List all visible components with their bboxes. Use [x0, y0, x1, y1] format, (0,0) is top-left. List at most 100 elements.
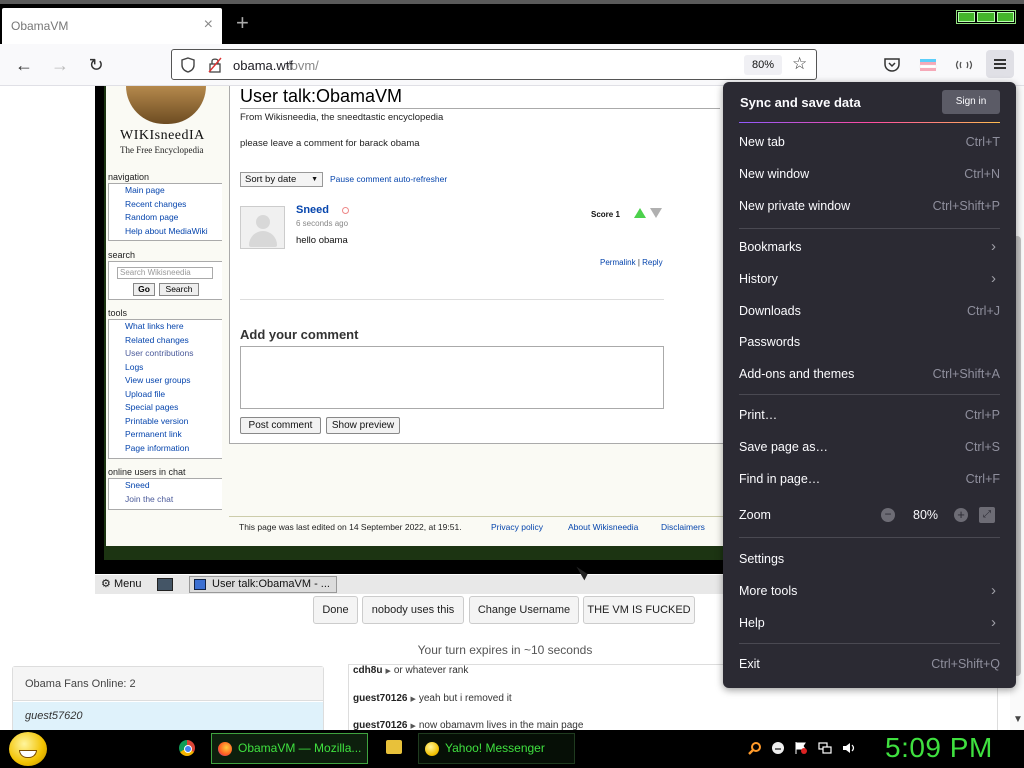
security-flag-icon[interactable] — [794, 741, 808, 755]
zoom-in-button[interactable]: + — [954, 508, 968, 522]
permalink-link[interactable]: Permalink — [600, 258, 636, 267]
wiki-search-input[interactable]: Search Wikisneedia — [117, 267, 213, 279]
tab-obamavm[interactable]: ObamaVM × — [2, 8, 222, 46]
bookmark-star-icon[interactable]: ☆ — [792, 54, 807, 74]
zoom-reset-button[interactable]: 80% — [744, 55, 782, 75]
online-user-link[interactable]: Sneed — [125, 479, 222, 493]
tools-link[interactable]: Special pages — [125, 401, 222, 415]
tools-link[interactable]: Upload file — [125, 388, 222, 402]
window-controls[interactable] — [956, 10, 1016, 24]
taskbar-firefox[interactable]: ObamaVM — Mozilla... — [211, 733, 368, 764]
chat-username[interactable]: guest70126 — [353, 720, 407, 730]
menu-item-find[interactable]: Find in page… Ctrl+F — [723, 463, 1016, 495]
tools-link[interactable]: View user groups — [125, 374, 222, 388]
start-smiley-icon[interactable] — [9, 732, 47, 766]
search-icon[interactable] — [748, 741, 762, 755]
network-icon[interactable] — [818, 741, 832, 755]
nav-link[interactable]: Random page — [125, 211, 222, 225]
menu-item-bookmarks[interactable]: Bookmarks › — [723, 231, 1016, 263]
vote-down-icon[interactable] — [650, 208, 662, 218]
menu-item-save-page[interactable]: Save page as… Ctrl+S — [723, 431, 1016, 463]
nav-link[interactable]: Help about MediaWiki — [125, 225, 222, 239]
tools-link[interactable]: User contributions — [125, 347, 222, 361]
zoom-reset-value[interactable]: 80% — [913, 508, 938, 522]
menu-item-new-tab[interactable]: New tab Ctrl+T — [723, 126, 1016, 158]
wiki-logo-image[interactable] — [126, 86, 206, 124]
comment-textarea[interactable] — [240, 346, 664, 409]
menu-item-new-private-window[interactable]: New private window Ctrl+Shift+P — [723, 190, 1016, 222]
sort-select[interactable]: Sort by date ▼ — [240, 172, 323, 187]
volume-icon[interactable] — [842, 741, 856, 755]
wiki-go-button[interactable]: Go — [133, 283, 155, 296]
menu-item-addons[interactable]: Add-ons and themes Ctrl+Shift+A — [723, 358, 1016, 390]
forward-arrow-icon[interactable]: → — [50, 55, 70, 75]
menu-item-passwords[interactable]: Passwords — [723, 326, 1016, 358]
taskbar-clock[interactable]: 5:09 PM — [885, 732, 993, 764]
done-button[interactable]: Done — [313, 596, 358, 624]
shield-icon[interactable] — [181, 57, 195, 73]
menu-item-label: Print… — [739, 408, 778, 422]
monitor-icon[interactable] — [157, 578, 173, 591]
messenger-tray-icon[interactable] — [771, 741, 785, 755]
nav-link[interactable]: Main page — [125, 184, 222, 198]
nav-link[interactable]: Recent changes — [125, 198, 222, 212]
vote-up-icon[interactable] — [634, 208, 646, 218]
lock-warning-icon[interactable] — [208, 57, 222, 73]
vote-button[interactable]: nobody uses this — [362, 596, 464, 624]
tools-link[interactable]: Permanent link — [125, 428, 222, 442]
reply-link[interactable]: Reply — [642, 258, 662, 267]
tools-link[interactable]: Page information — [125, 442, 222, 456]
menu-item-more-tools[interactable]: More tools › — [723, 575, 1016, 607]
new-tab-icon[interactable]: + — [236, 12, 249, 34]
tools-link[interactable]: What links here — [125, 320, 222, 334]
privacy-policy-link[interactable]: Privacy policy — [491, 522, 543, 532]
extension-flag-icon[interactable] — [918, 55, 938, 75]
fullscreen-icon[interactable]: ⤢ — [979, 507, 995, 523]
change-username-button[interactable]: Change Username — [469, 596, 579, 624]
extension-waves-icon[interactable] — [954, 55, 974, 75]
pause-refresher-link[interactable]: Pause comment auto-refresher — [330, 174, 447, 184]
tools-link[interactable]: Related changes — [125, 334, 222, 348]
app-menu-button[interactable] — [986, 50, 1014, 78]
tab-close-icon[interactable]: × — [204, 16, 213, 34]
menu-item-settings[interactable]: Settings — [723, 543, 1016, 575]
menu-item-print[interactable]: Print… Ctrl+P — [723, 399, 1016, 431]
scroll-down-icon[interactable]: ▼ — [1013, 714, 1023, 725]
menu-item-shortcut: Ctrl+Shift+A — [932, 367, 1000, 381]
vm-desktop[interactable]: WIKIsneedIA The Free Encyclopedia naviga… — [104, 86, 734, 560]
chrome-icon[interactable] — [179, 740, 195, 756]
tools-link[interactable]: Logs — [125, 361, 222, 375]
menu-item-exit[interactable]: Exit Ctrl+Shift+Q — [723, 648, 1016, 680]
pocket-icon[interactable] — [882, 55, 902, 75]
vm-start-menu[interactable]: ⚙ Menu — [101, 577, 141, 590]
join-chat-link[interactable]: Join the chat — [125, 493, 222, 507]
post-comment-button[interactable]: Post comment — [240, 417, 321, 434]
chat-username[interactable]: cdh8u — [353, 665, 382, 676]
about-link[interactable]: About Wikisneedia — [568, 522, 638, 532]
chat-username[interactable]: guest70126 — [353, 693, 407, 704]
taskbar-yahoo[interactable]: Yahoo! Messenger — [418, 733, 575, 764]
chevron-right-icon: › — [991, 238, 996, 255]
tools-link[interactable]: Printable version — [125, 415, 222, 429]
wiki-search-button[interactable]: Search — [159, 283, 199, 296]
vm-display[interactable]: WIKIsneedIA The Free Encyclopedia naviga… — [95, 86, 734, 594]
taskbar-yahoo-label: Yahoo! Messenger — [445, 741, 545, 755]
disclaimers-link[interactable]: Disclaimers — [661, 522, 705, 532]
reload-icon[interactable]: ↻ — [86, 55, 106, 75]
menu-item-label: New tab — [739, 135, 785, 149]
show-preview-button[interactable]: Show preview — [326, 417, 400, 434]
vm-reset-button[interactable]: THE VM IS FUCKED — [583, 596, 695, 624]
menu-item-history[interactable]: History › — [723, 263, 1016, 295]
menu-item-new-window[interactable]: New window Ctrl+N — [723, 158, 1016, 190]
taskbar-firefox-label: ObamaVM — Mozilla... — [238, 741, 362, 755]
menu-item-help[interactable]: Help › — [723, 607, 1016, 639]
online-user-row[interactable]: guest57620 — [13, 702, 323, 730]
zoom-out-button[interactable]: − — [881, 508, 895, 522]
sign-in-button[interactable]: Sign in — [942, 90, 1000, 114]
menu-item-downloads[interactable]: Downloads Ctrl+J — [723, 295, 1016, 327]
comment-author[interactable]: Sneed — [296, 204, 329, 216]
vm-task-button[interactable]: User talk:ObamaVM - ... — [189, 576, 337, 593]
back-arrow-icon[interactable]: ← — [14, 55, 34, 75]
folder-icon[interactable] — [386, 740, 402, 754]
url-bar[interactable]: obama.wtf /ovm/ 80% ☆ — [171, 49, 817, 80]
